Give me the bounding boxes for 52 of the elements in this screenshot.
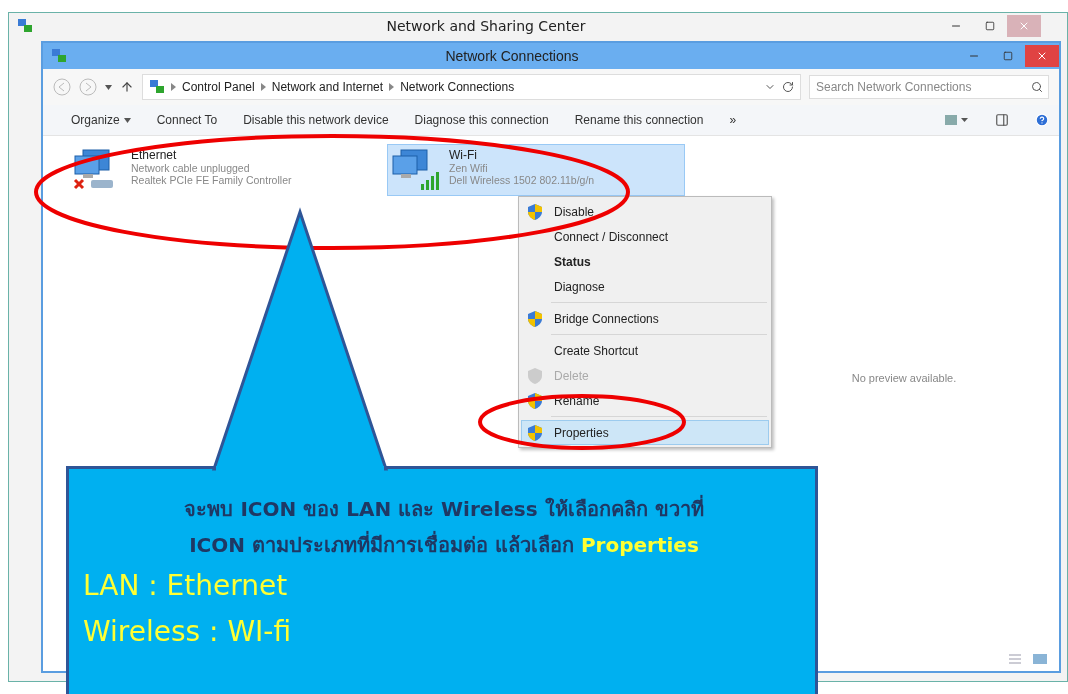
up-icon[interactable] bbox=[120, 80, 134, 94]
maximize-icon bbox=[1003, 51, 1013, 61]
toolbar-button[interactable]: Disable this network device bbox=[243, 113, 389, 127]
search-icon bbox=[1031, 81, 1043, 93]
chevron-icon bbox=[389, 83, 395, 91]
toolbar-button[interactable]: Organize bbox=[71, 113, 131, 127]
more-button[interactable]: » bbox=[729, 113, 737, 127]
menu-item[interactable]: Disable bbox=[521, 199, 769, 224]
toolbar-button[interactable]: Connect To bbox=[156, 113, 218, 127]
close-button[interactable] bbox=[1025, 45, 1059, 67]
window-title: Network Connections bbox=[444, 48, 580, 64]
view-options-icon[interactable] bbox=[945, 114, 969, 126]
instruction-text: ICON ตามประเภทที่มีการเชื่อมต่อ แล้วเลือก Properties bbox=[188, 530, 700, 559]
chevron-icon bbox=[171, 83, 176, 91]
search-field[interactable]: Search Network Connections bbox=[809, 75, 1049, 99]
caret-icon bbox=[105, 84, 112, 90]
back-icon[interactable] bbox=[53, 78, 71, 96]
preview-message: No preview available. bbox=[851, 372, 957, 384]
connection-device: Dell Wireless 1502 802.11b/g/n bbox=[449, 174, 595, 186]
menu-item[interactable]: Diagnose bbox=[521, 274, 769, 299]
note-text: Wireless : WI-fi bbox=[83, 614, 293, 650]
toolbar-button[interactable]: Diagnose this connection bbox=[414, 113, 549, 127]
network-icon bbox=[51, 48, 67, 64]
toolbar-button[interactable]: Rename this connection bbox=[574, 113, 704, 127]
help-icon[interactable] bbox=[1035, 113, 1049, 127]
window-title: Network and Sharing Center bbox=[385, 18, 587, 34]
breadcrumb[interactable]: Network and Internet bbox=[271, 80, 384, 94]
control-panel-icon bbox=[149, 79, 165, 95]
instruction-text: จะพบ ICON ของ LAN และ Wireless ให้เลือกคลิก ขวาที่ bbox=[183, 494, 705, 523]
refresh-icon[interactable] bbox=[782, 81, 794, 93]
close-icon bbox=[1018, 20, 1030, 32]
connection-name: Wi-Fi bbox=[449, 148, 478, 162]
view-toggle-icon[interactable] bbox=[1009, 653, 1049, 665]
breadcrumb[interactable]: Network Connections bbox=[400, 80, 515, 94]
chevron-icon bbox=[260, 83, 266, 91]
menu-item[interactable]: Status bbox=[521, 249, 769, 274]
menu-item[interactable]: Properties bbox=[521, 420, 769, 445]
connection-device: Realtek PCIe FE Family Controller bbox=[131, 174, 292, 186]
breadcrumb[interactable]: Control Panel bbox=[182, 80, 255, 94]
menu-item[interactable]: Bridge Connections bbox=[521, 306, 769, 331]
close-icon bbox=[1036, 50, 1048, 62]
menu-item[interactable]: Create Shortcut bbox=[521, 338, 769, 363]
note-text: LAN : Ethernet bbox=[83, 568, 289, 604]
address-bar[interactable]: Control Panel Network and Internet Network Connections bbox=[142, 74, 801, 100]
maximize-icon bbox=[985, 21, 995, 31]
connection-status: Zen Wifi bbox=[449, 162, 489, 174]
network-icon bbox=[17, 18, 33, 34]
menu-item[interactable]: Connect / Disconnect bbox=[521, 224, 769, 249]
connection-item[interactable]: Wi-Fi Zen Wifi Dell Wireless 1502 802.11b/g/n bbox=[387, 144, 685, 196]
connection-status: Network cable unplugged bbox=[131, 162, 251, 174]
preview-pane-icon[interactable] bbox=[995, 113, 1009, 127]
forward-icon[interactable] bbox=[79, 78, 97, 96]
